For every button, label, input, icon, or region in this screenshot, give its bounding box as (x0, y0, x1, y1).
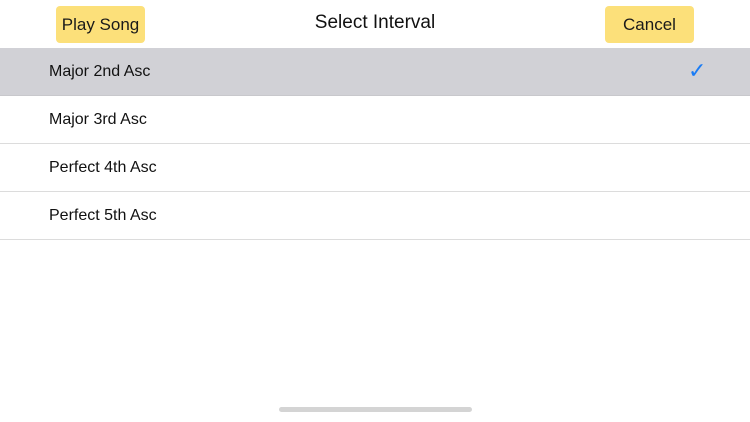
cancel-button[interactable]: Cancel (605, 6, 694, 43)
list-item-perfect-5th-asc[interactable]: Perfect 5th Asc (0, 192, 750, 240)
interval-list: Major 2nd Asc ✓ Major 3rd Asc Perfect 4t… (0, 48, 750, 240)
list-item-label: Major 3rd Asc (49, 111, 147, 128)
list-item-label: Perfect 4th Asc (49, 159, 157, 176)
play-song-button[interactable]: Play Song (56, 6, 145, 43)
interval-picker-screen: Play Song Select Interval Cancel Major 2… (0, 0, 750, 422)
list-item-perfect-4th-asc[interactable]: Perfect 4th Asc (0, 144, 750, 192)
page-title: Select Interval (314, 12, 436, 33)
checkmark-icon: ✓ (688, 59, 707, 84)
home-indicator[interactable] (279, 407, 472, 412)
navigation-bar: Play Song Select Interval Cancel (0, 0, 750, 48)
list-item-label: Major 2nd Asc (49, 63, 151, 80)
list-item-label: Perfect 5th Asc (49, 207, 157, 224)
list-item-major-3rd-asc[interactable]: Major 3rd Asc (0, 96, 750, 144)
list-item-major-2nd-asc[interactable]: Major 2nd Asc ✓ (0, 48, 750, 96)
